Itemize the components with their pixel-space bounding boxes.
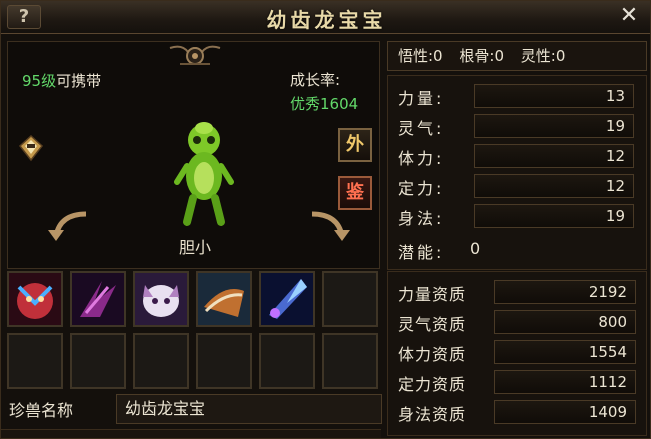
- ornament-icon: [169, 45, 221, 65]
- lingxing-stat: 灵性:0: [520, 47, 566, 65]
- white-beast-skill-icon: [135, 273, 187, 325]
- attribute-value: 12: [474, 174, 634, 198]
- aptitude-row: 体力资质 1554: [388, 338, 648, 366]
- attribute-label: 身法:: [398, 209, 445, 228]
- aptitude-label: 灵气资质: [398, 315, 467, 334]
- growth-label: 成长率:: [290, 71, 341, 89]
- aptitude-value: 1112: [494, 370, 636, 394]
- aptitude-value: 2192: [494, 280, 636, 304]
- aptitude-box: 力量资质 2192 灵气资质 800 体力资质 1554 定力资质 1112 身…: [387, 271, 647, 436]
- attribute-row: 身法: 19: [388, 202, 648, 230]
- attribute-label: 灵气:: [398, 119, 445, 138]
- attribute-label: 力量:: [398, 89, 445, 108]
- skill-slot-empty[interactable]: [322, 333, 378, 389]
- aptitude-row: 身法资质 1409: [388, 398, 648, 426]
- skill-slot[interactable]: [7, 271, 63, 327]
- pet-window: ? 幼齿龙宝宝 ✕ 95级可携带 成长率: 优秀1604 外 鉴 胆小 珍兽名称…: [0, 0, 651, 439]
- aptitude-value: 1554: [494, 340, 636, 364]
- level-number: 95级: [22, 72, 57, 90]
- attributes-box: 力量: 13 灵气: 19 体力: 12 定力: 12 身法: 19 潜能: 0: [387, 75, 647, 270]
- skill-slot-empty[interactable]: [7, 333, 63, 389]
- rotate-left-icon[interactable]: [46, 210, 90, 242]
- attribute-row: 体力: 12: [388, 142, 648, 170]
- aptitude-row: 力量资质 2192: [388, 278, 648, 306]
- pet-name-label: 珍兽名称: [9, 401, 74, 420]
- potential-label: 潜能:: [398, 243, 445, 262]
- skill-slot-empty[interactable]: [196, 333, 252, 389]
- attribute-label: 定力:: [398, 179, 445, 198]
- attribute-row: 灵气: 19: [388, 112, 648, 140]
- rotate-right-icon[interactable]: [308, 210, 352, 242]
- window-title: 幼齿龙宝宝: [266, 8, 387, 32]
- pet-level: 95级可携带: [22, 70, 101, 91]
- red-beast-skill-icon: [9, 273, 61, 325]
- aptitude-label: 力量资质: [398, 285, 467, 304]
- base-talents-box: 悟性:0 根骨:0 灵性:0: [387, 41, 647, 71]
- skill-slot[interactable]: [70, 271, 126, 327]
- appearance-button[interactable]: 外: [338, 128, 372, 162]
- skill-grid: [7, 271, 385, 393]
- potential-value: 0: [470, 239, 481, 258]
- attribute-value: 19: [474, 114, 634, 138]
- pet-display-panel: 95级可携带 成长率: 优秀1604 外 鉴 胆小: [7, 41, 380, 269]
- skill-slot[interactable]: [133, 271, 189, 327]
- aptitude-row: 定力资质 1112: [388, 368, 648, 396]
- skill-slot-empty[interactable]: [70, 333, 126, 389]
- pet-temperament: 胆小: [178, 238, 211, 257]
- potential-row: 潜能: 0: [388, 236, 648, 264]
- attribute-label: 体力:: [398, 149, 445, 168]
- attribute-value: 19: [474, 204, 634, 228]
- attribute-value: 13: [474, 84, 634, 108]
- gem-icon[interactable]: [18, 134, 44, 162]
- close-button[interactable]: ✕: [614, 4, 644, 28]
- title-bar[interactable]: ? 幼齿龙宝宝 ✕: [1, 1, 650, 34]
- blue-crystal-skill-icon: [261, 273, 313, 325]
- aptitude-value: 1409: [494, 400, 636, 424]
- bottom-strip: [1, 429, 381, 438]
- strike-skill-icon: [198, 273, 250, 325]
- skill-slot[interactable]: [196, 271, 252, 327]
- purple-claw-skill-icon: [72, 273, 124, 325]
- attribute-value: 12: [474, 144, 634, 168]
- skill-slot-empty[interactable]: [133, 333, 189, 389]
- attribute-row: 定力: 12: [388, 172, 648, 200]
- wuxing-stat: 悟性:0: [398, 47, 443, 65]
- skill-slot[interactable]: [259, 271, 315, 327]
- skill-slot-empty[interactable]: [259, 333, 315, 389]
- skill-slot-empty[interactable]: [322, 271, 378, 327]
- gengu-stat: 根骨:0: [459, 47, 504, 65]
- growth-value: 优秀1604: [290, 95, 359, 113]
- aptitude-label: 体力资质: [398, 345, 467, 364]
- aptitude-value: 800: [494, 310, 636, 334]
- pet-model-icon: [174, 122, 234, 226]
- aptitude-row: 灵气资质 800: [388, 308, 648, 336]
- level-suffix: 可携带: [56, 72, 102, 90]
- pet-name-field[interactable]: 幼齿龙宝宝: [116, 394, 382, 424]
- identify-button[interactable]: 鉴: [338, 176, 372, 210]
- attribute-row: 力量: 13: [388, 82, 648, 110]
- aptitude-label: 身法资质: [398, 405, 467, 424]
- aptitude-label: 定力资质: [398, 375, 467, 394]
